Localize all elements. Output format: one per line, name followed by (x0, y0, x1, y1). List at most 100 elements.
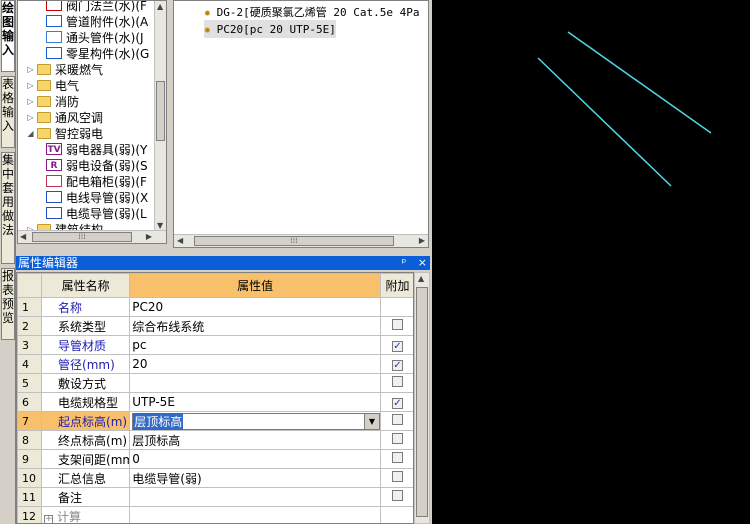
component-list[interactable]: ✹ DG-2[硬质聚氯乙烯管 20 Cat.5e 4Pa ✹ PC20[pc 2… (173, 0, 429, 248)
property-row[interactable]: 9 支架间距(mm 0 (17, 449, 413, 469)
list-item-label: PC20[pc 20 UTP-5E] (216, 22, 336, 36)
attach-checkbox[interactable] (391, 376, 403, 387)
property-grid[interactable]: 属性名称 属性值 附加 1 名称 PC20 2 系统类型 综合布线系统 3 导管材质 pc ✓ 4 管… (16, 272, 414, 524)
tree-item[interactable]: ▷ 采暖燃气 (26, 61, 103, 77)
property-row[interactable]: 3 导管材质 pc ✓ (17, 335, 413, 355)
property-row[interactable]: 12 + 计算 (17, 506, 413, 523)
tab-table-input[interactable]: 表格输入 (1, 76, 15, 148)
scroll-left-icon[interactable]: ◀ (177, 236, 183, 245)
tab-batch-apply[interactable]: 集中套用做法 (1, 152, 15, 264)
property-row[interactable]: 5 敷设方式 (17, 373, 413, 393)
property-row[interactable]: 4 管径(mm) 20 ✓ (17, 354, 413, 374)
conduit-line[interactable] (537, 57, 672, 187)
misc-component-icon (46, 47, 62, 59)
tab-report-preview[interactable]: 报表预览 (1, 268, 15, 340)
list-horizontal-scrollbar[interactable]: ◀ ⁞⁞⁞ ▶ (174, 234, 428, 247)
drawing-canvas[interactable] (432, 0, 750, 524)
tree-item[interactable]: 通头管件(水)(J (46, 29, 144, 45)
property-value-text: 0 (132, 452, 140, 466)
expander-icon[interactable]: ▷ (26, 65, 35, 74)
scroll-down-icon[interactable]: ▼ (157, 221, 163, 230)
column-header-name: 属性名称 (41, 273, 131, 298)
property-value[interactable]: 层顶标高 ▼ (129, 411, 381, 431)
property-name: 汇总信息 (41, 468, 131, 488)
tree-item[interactable]: 阀门法兰(水)(F (46, 0, 147, 13)
scroll-right-icon[interactable]: ▶ (146, 232, 152, 241)
property-row[interactable]: 8 终点标高(m) 层顶标高 (17, 430, 413, 450)
property-value[interactable]: 层顶标高 (129, 430, 381, 450)
expand-plus-icon[interactable]: + (44, 514, 54, 523)
property-value[interactable]: pc (129, 335, 381, 355)
property-value[interactable]: 0 (129, 449, 381, 469)
property-value-text: 层顶标高 (132, 433, 181, 448)
tree-item[interactable]: ▷ 通风空调 (26, 109, 103, 125)
scroll-thumb[interactable] (416, 287, 428, 517)
grid-vertical-scrollbar[interactable]: ▲ (414, 272, 430, 524)
close-icon[interactable]: × (418, 256, 427, 269)
dropdown-selected-text[interactable]: 层顶标高 (133, 412, 184, 430)
property-name-text: 电缆规格型 (58, 395, 119, 410)
attach-checkbox[interactable] (391, 452, 403, 463)
property-name-text: 管径(mm) (58, 357, 115, 372)
value-dropdown[interactable]: 层顶标高 ▼ (132, 412, 380, 430)
property-row[interactable]: 10 汇总信息 电缆导管(弱) (17, 468, 413, 488)
expander-icon[interactable]: ◢ (26, 129, 35, 138)
scroll-thumb[interactable] (156, 81, 165, 141)
attach-cell (379, 468, 413, 488)
conduit-line[interactable] (567, 31, 712, 134)
chevron-down-icon[interactable]: ▼ (363, 413, 379, 429)
property-row[interactable]: 2 系统类型 综合布线系统 (17, 316, 413, 336)
attach-checkbox[interactable]: ✓ (391, 341, 403, 352)
gear-icon: ✹ (204, 22, 211, 36)
property-value[interactable]: 电缆导管(弱) (129, 468, 381, 488)
property-row[interactable]: 11 备注 (17, 487, 413, 507)
property-value[interactable]: PC20 (129, 297, 381, 317)
property-value[interactable]: UTP-5E (129, 392, 381, 412)
tree-item[interactable]: 电线导管(弱)(X (46, 189, 148, 205)
tree-horizontal-scrollbar[interactable]: ◀ ⁞⁞⁞ ▶ (18, 230, 166, 243)
tree-item[interactable]: R 弱电设备(弱)(S (46, 157, 148, 173)
tree-vertical-scrollbar[interactable]: ▲ ▼ (154, 1, 166, 231)
attach-checkbox[interactable]: ✓ (391, 360, 403, 371)
tree-item-label: 阀门法兰(水)(F (66, 0, 147, 13)
property-value[interactable]: 综合布线系统 (129, 316, 381, 336)
property-row[interactable]: 1 名称 PC20 (17, 297, 413, 317)
expander-icon[interactable]: ▷ (26, 97, 35, 106)
tree-item[interactable]: 配电箱柜(弱)(F (46, 173, 147, 189)
scroll-right-icon[interactable]: ▶ (419, 236, 425, 245)
tree-item[interactable]: 电缆导管(弱)(L (46, 205, 147, 221)
scroll-thumb[interactable]: ⁞⁞⁞ (194, 236, 394, 246)
tab-drawing-input[interactable]: 绘图输入 (1, 0, 15, 72)
scroll-left-icon[interactable]: ◀ (20, 232, 26, 241)
tree-item[interactable]: TV 弱电器具(弱)(Y (46, 141, 147, 157)
list-item[interactable]: ✹ PC20[pc 20 UTP-5E] (204, 20, 336, 38)
property-value[interactable] (129, 506, 381, 523)
tree-item[interactable]: ▷ 消防 (26, 93, 79, 109)
property-row[interactable]: 7 起点标高(m) 层顶标高 ▼ (17, 411, 413, 431)
attach-checkbox[interactable] (391, 414, 403, 425)
tree-item[interactable]: 零星构件(水)(G (46, 45, 149, 61)
attach-checkbox[interactable]: ✓ (391, 398, 403, 409)
list-item[interactable]: ✹ DG-2[硬质聚氯乙烯管 20 Cat.5e 4Pa (204, 3, 419, 21)
scroll-up-icon[interactable]: ▲ (418, 274, 424, 283)
tree-item[interactable]: ▷ 电气 (26, 77, 79, 93)
property-row[interactable]: 6 电缆规格型 UTP-5E ✓ (17, 392, 413, 412)
expander-icon[interactable]: ▷ (26, 81, 35, 90)
tree-item[interactable]: ◢ 智控弱电 (26, 125, 103, 141)
component-tree[interactable]: 阀门法兰(水)(F 管道附件(水)(A 通头管件(水)(J 零星构件(水)(G ▷ 采暖燃… (17, 0, 167, 244)
expander-icon[interactable]: ▷ (26, 113, 35, 122)
scroll-up-icon[interactable]: ▲ (157, 2, 163, 11)
property-value[interactable] (129, 373, 381, 393)
tree-item[interactable]: 管道附件(水)(A (46, 13, 148, 29)
attach-checkbox[interactable] (391, 433, 403, 444)
folder-icon (37, 95, 51, 107)
property-name-text: 起点标高(m) (58, 414, 128, 429)
attach-checkbox[interactable] (391, 319, 403, 330)
scroll-thumb[interactable]: ⁞⁞⁞ (32, 232, 132, 242)
property-value[interactable]: 20 (129, 354, 381, 374)
attach-checkbox[interactable] (391, 490, 403, 501)
row-number: 4 (17, 354, 43, 374)
pin-icon[interactable]: ᵖ (402, 256, 407, 269)
property-value[interactable] (129, 487, 381, 507)
attach-checkbox[interactable] (391, 471, 403, 482)
